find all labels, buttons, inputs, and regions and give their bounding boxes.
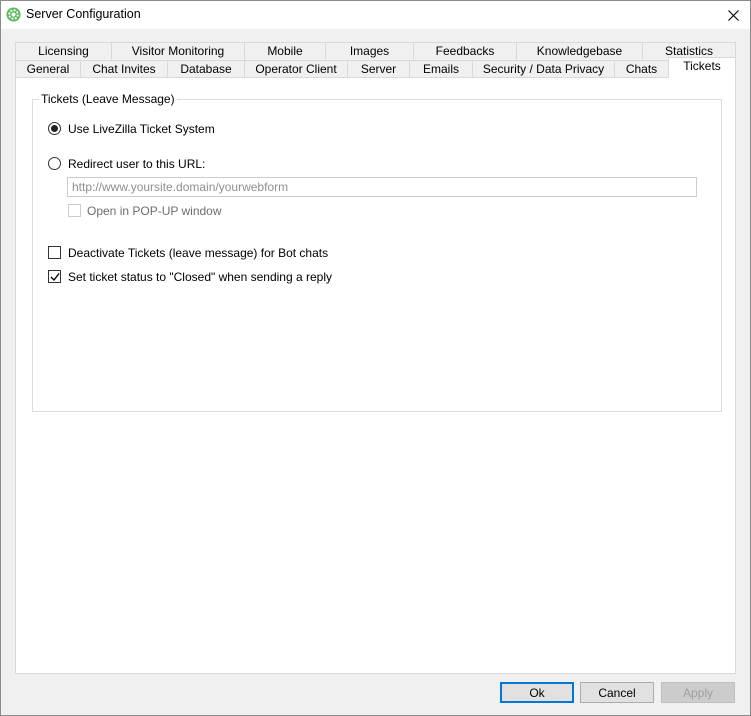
checkmark-icon (50, 273, 60, 282)
tab-emails[interactable]: Emails (409, 60, 473, 78)
close-icon (727, 9, 739, 21)
window-title: Server Configuration (26, 7, 141, 21)
redirect-url-radio[interactable] (48, 157, 61, 170)
tickets-groupbox: Tickets (Leave Message) Use LiveZilla Ti… (32, 92, 722, 412)
tab-operator-client[interactable]: Operator Client (244, 60, 348, 78)
deactivate-bot-tickets-checkbox[interactable] (48, 246, 61, 259)
tab-feedbacks[interactable]: Feedbacks (413, 42, 517, 60)
tickets-tab-page: Tickets (Leave Message) Use LiveZilla Ti… (15, 77, 736, 674)
redirect-url-label[interactable]: Redirect user to this URL: (68, 157, 205, 171)
tab-visitor-monitoring[interactable]: Visitor Monitoring (111, 42, 245, 60)
tab-licensing[interactable]: Licensing (15, 42, 112, 60)
tab-mobile[interactable]: Mobile (244, 42, 326, 60)
livezilla-gear-icon (6, 7, 21, 22)
use-livezilla-radio[interactable] (48, 122, 61, 135)
tab-images[interactable]: Images (325, 42, 414, 60)
set-ticket-closed-label[interactable]: Set ticket status to "Closed" when sendi… (68, 270, 332, 284)
deactivate-bot-tickets-label[interactable]: Deactivate Tickets (leave message) for B… (68, 246, 328, 260)
server-configuration-window: Server Configuration Licensing Visitor M… (0, 0, 751, 716)
tab-chats[interactable]: Chats (614, 60, 669, 78)
tab-security-data-privacy[interactable]: Security / Data Privacy (472, 60, 615, 78)
tab-knowledgebase[interactable]: Knowledgebase (516, 42, 643, 60)
title-bar: Server Configuration (1, 1, 750, 29)
cancel-button[interactable]: Cancel (580, 682, 654, 703)
use-livezilla-label[interactable]: Use LiveZilla Ticket System (68, 122, 215, 136)
tab-chat-invites[interactable]: Chat Invites (80, 60, 168, 78)
close-button[interactable] (716, 1, 750, 29)
tab-tickets[interactable]: Tickets (668, 57, 736, 78)
redirect-url-input[interactable] (67, 177, 697, 197)
popup-window-checkbox[interactable] (68, 204, 81, 217)
tab-database[interactable]: Database (167, 60, 245, 78)
tab-general[interactable]: General (15, 60, 81, 78)
tab-server[interactable]: Server (347, 60, 410, 78)
popup-window-label: Open in POP-UP window (87, 204, 222, 218)
groupbox-title: Tickets (Leave Message) (39, 92, 177, 106)
ok-button[interactable]: Ok (500, 682, 574, 703)
set-ticket-closed-checkbox[interactable] (48, 270, 61, 283)
apply-button[interactable]: Apply (661, 682, 735, 703)
radio-selected-dot (51, 125, 58, 132)
